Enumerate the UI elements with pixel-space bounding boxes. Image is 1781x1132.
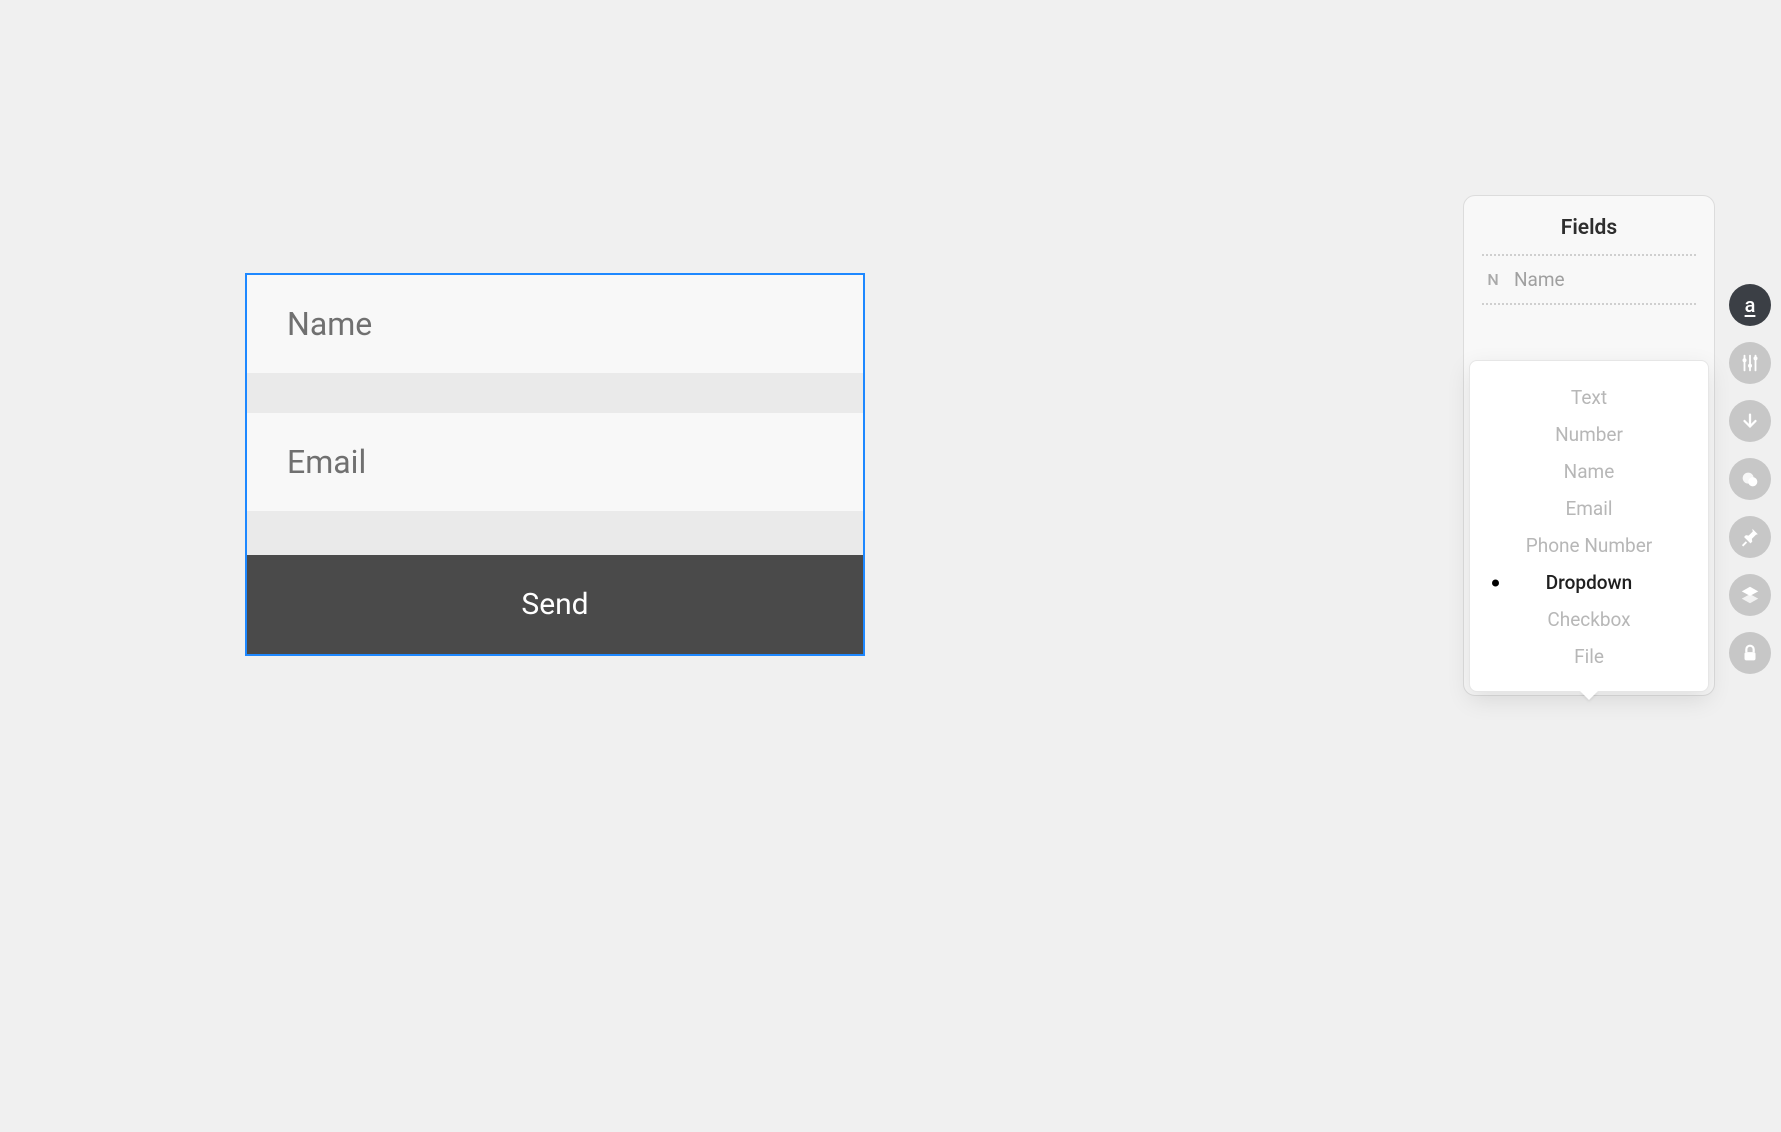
field-type-option-label: Number <box>1555 423 1623 446</box>
pin-icon <box>1739 526 1761 548</box>
field-type-option[interactable]: Dropdown <box>1474 564 1704 601</box>
form-field-label: Email <box>287 443 823 481</box>
color-tool[interactable] <box>1729 458 1771 500</box>
layers-icon <box>1739 584 1761 606</box>
field-type-option-label: Name <box>1564 460 1615 483</box>
pin-tool[interactable] <box>1729 516 1771 558</box>
field-entry[interactable]: N Name <box>1476 256 1702 303</box>
field-type-popover: Text Number Name Email Phone Number Dropdown C… <box>1469 360 1709 692</box>
download-tool[interactable] <box>1729 400 1771 442</box>
bullet-icon <box>1492 579 1499 586</box>
field-entry-label: Name <box>1514 268 1565 291</box>
field-type-option-label: Checkbox <box>1547 608 1630 631</box>
form-submit-button[interactable]: Send <box>247 555 863 654</box>
field-type-option-label: Text <box>1571 386 1607 409</box>
field-type-option[interactable]: Number <box>1474 416 1704 453</box>
text-tool[interactable]: a <box>1729 284 1771 326</box>
field-type-option-label: File <box>1574 645 1604 668</box>
overlap-circles-icon <box>1739 468 1761 490</box>
form-field-email[interactable]: Email <box>247 413 863 511</box>
text-icon: a <box>1745 293 1756 317</box>
field-type-option[interactable]: File <box>1474 638 1704 675</box>
field-type-option[interactable]: Name <box>1474 453 1704 490</box>
field-type-option-label: Dropdown <box>1546 571 1633 594</box>
form-field-label: Name <box>287 305 823 343</box>
sliders-icon <box>1739 352 1761 374</box>
arrow-down-icon <box>1739 410 1761 432</box>
field-type-option-label: Email <box>1565 497 1612 520</box>
lock-tool[interactable] <box>1729 632 1771 674</box>
field-type-option[interactable]: Phone Number <box>1474 527 1704 564</box>
layers-tool[interactable] <box>1729 574 1771 616</box>
tool-rail: a <box>1729 284 1771 674</box>
form-submit-label: Send <box>521 587 588 622</box>
field-type-badge: N <box>1484 270 1502 289</box>
form-field-name[interactable]: Name <box>247 275 863 373</box>
field-type-option[interactable]: Email <box>1474 490 1704 527</box>
form-preview[interactable]: Name Email Send <box>245 273 865 656</box>
settings-tool[interactable] <box>1729 342 1771 384</box>
field-type-option[interactable]: Checkbox <box>1474 601 1704 638</box>
lock-icon <box>1739 642 1761 664</box>
field-type-option-label: Phone Number <box>1526 534 1652 557</box>
field-type-option[interactable]: Text <box>1474 379 1704 416</box>
fields-panel-title: Fields <box>1476 210 1702 254</box>
